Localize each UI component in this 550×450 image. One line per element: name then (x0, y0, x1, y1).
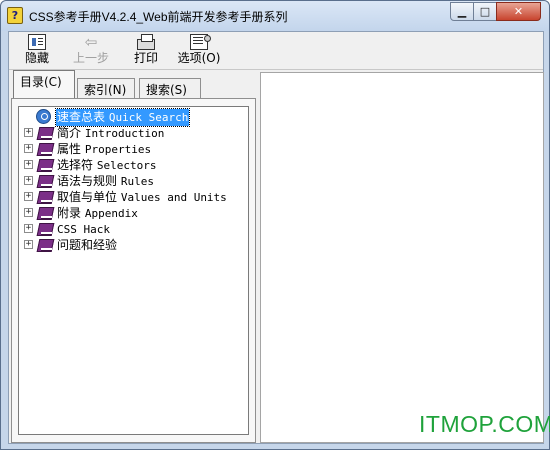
book-icon (38, 222, 54, 235)
quick-search-icon (36, 109, 51, 124)
tree-item-label: 属性 Properties (57, 142, 152, 156)
tree-item-label: 语法与规则 Rules (57, 174, 154, 188)
book-icon (38, 126, 54, 139)
expand-icon[interactable]: + (24, 240, 33, 249)
close-button[interactable]: ✕ (496, 2, 541, 21)
hide-button[interactable]: 隐藏 (15, 34, 59, 68)
print-button[interactable]: 打印 (124, 34, 168, 68)
content-pane[interactable] (260, 72, 544, 443)
tab-contents[interactable]: 目录(C) (13, 70, 75, 98)
book-icon (38, 142, 54, 155)
back-button[interactable]: ⇦ 上一步 (69, 34, 113, 68)
window-title: CSS参考手册V4.2.4_Web前端开发参考手册系列 (29, 10, 288, 24)
maximize-button[interactable]: □ (473, 2, 497, 21)
expand-icon[interactable]: + (24, 224, 33, 233)
expand-icon[interactable]: + (24, 144, 33, 153)
book-icon (38, 206, 54, 219)
expand-icon[interactable]: + (24, 192, 33, 201)
expand-icon[interactable]: + (24, 176, 33, 185)
print-label: 打印 (133, 51, 158, 65)
tree-item-label: 附录 Appendix (57, 206, 138, 220)
contents-tree[interactable]: 速查总表 Quick Search + 简介 Introduction + 属性… (18, 106, 249, 435)
expand-icon[interactable]: + (24, 208, 33, 217)
tree-item-label: 简介 Introduction (57, 126, 165, 140)
tree-item-label: 速查总表 Quick Search (54, 108, 191, 127)
hide-label: 隐藏 (24, 51, 49, 65)
book-icon (38, 238, 54, 251)
book-icon (38, 174, 54, 187)
book-icon (38, 190, 54, 203)
tab-search[interactable]: 搜索(S) (139, 78, 201, 98)
expand-icon[interactable]: + (24, 160, 33, 169)
navigation-pane: 目录(C) 索引(N) 搜索(S) 速查总表 Quick Search + 简介… (11, 70, 256, 443)
tab-panel: 速查总表 Quick Search + 简介 Introduction + 属性… (11, 98, 256, 443)
app-window: ? CSS参考手册V4.2.4_Web前端开发参考手册系列 ▁ □ ✕ 隐藏 ⇦… (0, 0, 550, 450)
tree-item-label: 取值与单位 Values and Units (57, 190, 227, 204)
back-arrow-icon: ⇦ (84, 33, 98, 51)
help-app-icon: ? (7, 7, 23, 24)
options-button[interactable]: 选项(O) (177, 34, 221, 68)
watermark: ITMOP.COM (419, 411, 550, 437)
title-bar[interactable]: ? CSS参考手册V4.2.4_Web前端开发参考手册系列 ▁ □ ✕ (1, 1, 549, 31)
options-icon (190, 34, 211, 50)
book-icon (38, 158, 54, 171)
expand-icon[interactable]: + (24, 128, 33, 137)
tab-index[interactable]: 索引(N) (77, 78, 135, 98)
back-label: 上一步 (72, 51, 109, 65)
tree-item-label: 问题和经验 (57, 238, 118, 252)
options-label: 选项(O) (177, 51, 221, 65)
tree-item-label: CSS Hack (57, 223, 110, 236)
hide-pane-icon (28, 34, 46, 50)
printer-icon (137, 34, 155, 50)
tree-item-label: 选择符 Selectors (57, 158, 157, 172)
minimize-button[interactable]: ▁ (450, 2, 474, 21)
client-area: 隐藏 ⇦ 上一步 打印 选项(O) 目录(C) 索引(N) 搜索(S) 速查总表… (8, 31, 544, 444)
toolbar: 隐藏 ⇦ 上一步 打印 选项(O) (9, 32, 543, 70)
